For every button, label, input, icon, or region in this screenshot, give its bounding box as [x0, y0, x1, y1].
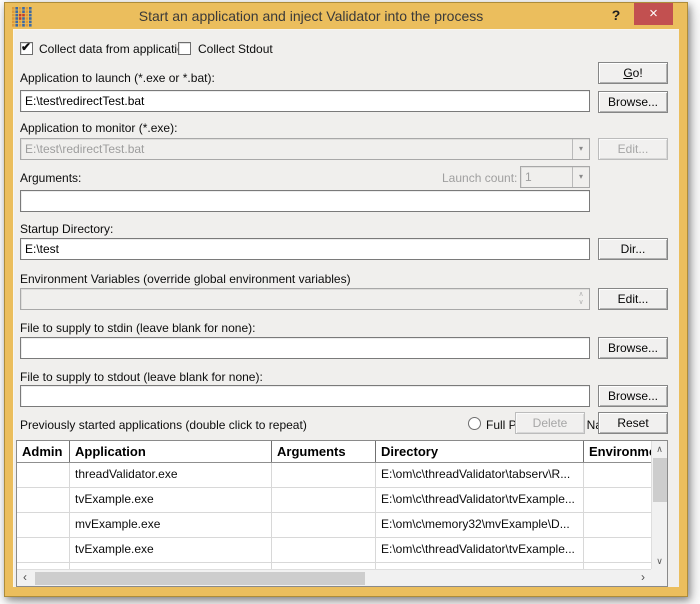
column-header-arguments[interactable]: Arguments — [272, 441, 376, 462]
cell-application: tvExample.exe — [70, 488, 272, 512]
stdout-label: File to supply to stdout (leave blank fo… — [20, 370, 263, 384]
monitor-combobox[interactable]: E:\test\redirectTest.bat ▾ — [20, 138, 590, 160]
cell-admin — [17, 463, 70, 487]
collect-stdout-label: Collect Stdout — [198, 42, 273, 56]
cell-admin — [17, 538, 70, 562]
cell-directory: E:\om\c\threadValidator\tabserv\R... — [376, 463, 584, 487]
cell-environment — [584, 463, 651, 487]
history-table: Admin Application Arguments Directory En… — [16, 440, 668, 587]
cell-directory: E:\om\c\threadValidator\tvExample... — [376, 538, 584, 562]
close-button[interactable]: × — [634, 3, 673, 25]
checkmark-icon: ✔ — [21, 40, 32, 54]
cell-admin — [17, 513, 70, 537]
cell-arguments — [272, 463, 376, 487]
startup-dir-label: Startup Directory: — [20, 222, 114, 236]
cell-application: tvExample.exe — [70, 538, 272, 562]
collect-data-checkbox[interactable]: ✔ — [20, 40, 33, 55]
env-vars-label: Environment Variables (override global e… — [20, 272, 351, 286]
startup-dir-input[interactable]: E:\test — [20, 238, 590, 260]
collect-stdout-checkbox[interactable]: ✔ — [178, 42, 191, 55]
arguments-input[interactable] — [20, 190, 590, 212]
stdin-label: File to supply to stdin (leave blank for… — [20, 321, 256, 335]
scrollbar-corner — [651, 569, 667, 586]
cell-environment — [584, 513, 651, 537]
dialog-window: Start an application and inject Validato… — [4, 2, 688, 597]
browse-stdin-button[interactable]: Browse... — [598, 337, 668, 359]
browse-stdout-button[interactable]: Browse... — [598, 385, 668, 407]
launch-label: Application to launch (*.exe or *.bat): — [20, 71, 215, 85]
reset-button[interactable]: Reset — [598, 412, 668, 434]
cell-directory: E:\om\c\threadValidator\tvExample... — [376, 488, 584, 512]
collect-data-label: Collect data from application — [39, 42, 191, 56]
column-header-environment[interactable]: Environment — [584, 441, 651, 462]
scroll-up-icon[interactable]: ∧ — [652, 441, 667, 457]
launch-count-combobox[interactable]: 1 ▾ — [520, 166, 590, 188]
dialog-content: ✔ Collect data from application ✔ Collec… — [13, 29, 679, 587]
column-header-application[interactable]: Application — [70, 441, 272, 462]
vertical-scrollbar-thumb[interactable] — [653, 458, 667, 502]
horizontal-scrollbar-thumb[interactable] — [35, 572, 365, 585]
column-header-admin[interactable]: Admin — [17, 441, 70, 462]
edit-monitor-button[interactable]: Edit... — [598, 138, 668, 160]
window-title: Start an application and inject Validato… — [138, 8, 484, 24]
cell-environment — [584, 488, 651, 512]
spin-up-icon[interactable]: ∧ — [575, 291, 587, 299]
table-row[interactable]: tvExample.exe E:\om\c\threadValidator\tv… — [17, 488, 651, 513]
dropdown-arrow-icon[interactable]: ▾ — [572, 167, 589, 187]
launch-count-label: Launch count: — [442, 171, 518, 185]
launch-count-value: 1 — [525, 170, 532, 184]
monitor-label: Application to monitor (*.exe): — [20, 121, 178, 135]
browse-launch-button[interactable]: Browse... — [598, 91, 668, 113]
validator-grid-icon — [12, 7, 32, 27]
cell-admin — [17, 488, 70, 512]
monitor-value: E:\test\redirectTest.bat — [25, 142, 145, 156]
cell-arguments — [272, 538, 376, 562]
column-header-directory[interactable]: Directory — [376, 441, 584, 462]
table-row[interactable]: threadValidator.exe E:\om\c\threadValida… — [17, 463, 651, 488]
table-row[interactable]: mvExample.exe E:\om\c\memory32\mvExample… — [17, 513, 651, 538]
stdin-input[interactable] — [20, 337, 590, 359]
cell-environment — [584, 538, 651, 562]
env-vars-input[interactable]: ∧ ∨ — [20, 288, 590, 310]
arguments-label: Arguments: — [20, 171, 82, 185]
cell-application: mvExample.exe — [70, 513, 272, 537]
full-path-radio[interactable] — [468, 417, 481, 430]
cell-directory: E:\om\c\memory32\mvExample\D... — [376, 513, 584, 537]
help-button[interactable]: ? — [607, 7, 625, 25]
go-button[interactable]: Go! — [598, 62, 668, 84]
dir-button[interactable]: Dir... — [598, 238, 668, 260]
vertical-scrollbar[interactable]: ∧ ∨ — [651, 441, 667, 569]
scroll-left-icon[interactable]: ‹ — [17, 570, 33, 586]
cell-arguments — [272, 513, 376, 537]
table-row[interactable]: tvExample.exe E:\om\c\threadValidator\tv… — [17, 538, 651, 563]
launch-input[interactable]: E:\test\redirectTest.bat — [20, 90, 590, 112]
history-label: Previously started applications (double … — [20, 418, 307, 432]
table-header: Admin Application Arguments Directory En… — [17, 441, 651, 463]
scroll-down-icon[interactable]: ∨ — [652, 553, 667, 569]
horizontal-scrollbar[interactable]: ‹ › — [17, 569, 651, 586]
title-bar: Start an application and inject Validato… — [5, 3, 687, 29]
edit-env-vars-button[interactable]: Edit... — [598, 288, 668, 310]
stdout-input[interactable] — [20, 385, 590, 407]
cell-arguments — [272, 488, 376, 512]
scroll-right-icon[interactable]: › — [635, 570, 651, 586]
spin-down-icon[interactable]: ∨ — [575, 299, 587, 307]
delete-button[interactable]: Delete — [515, 412, 585, 434]
scroll-spinner-icon: ∧ ∨ — [575, 291, 587, 307]
dropdown-arrow-icon[interactable]: ▾ — [572, 139, 589, 159]
cell-application: threadValidator.exe — [70, 463, 272, 487]
